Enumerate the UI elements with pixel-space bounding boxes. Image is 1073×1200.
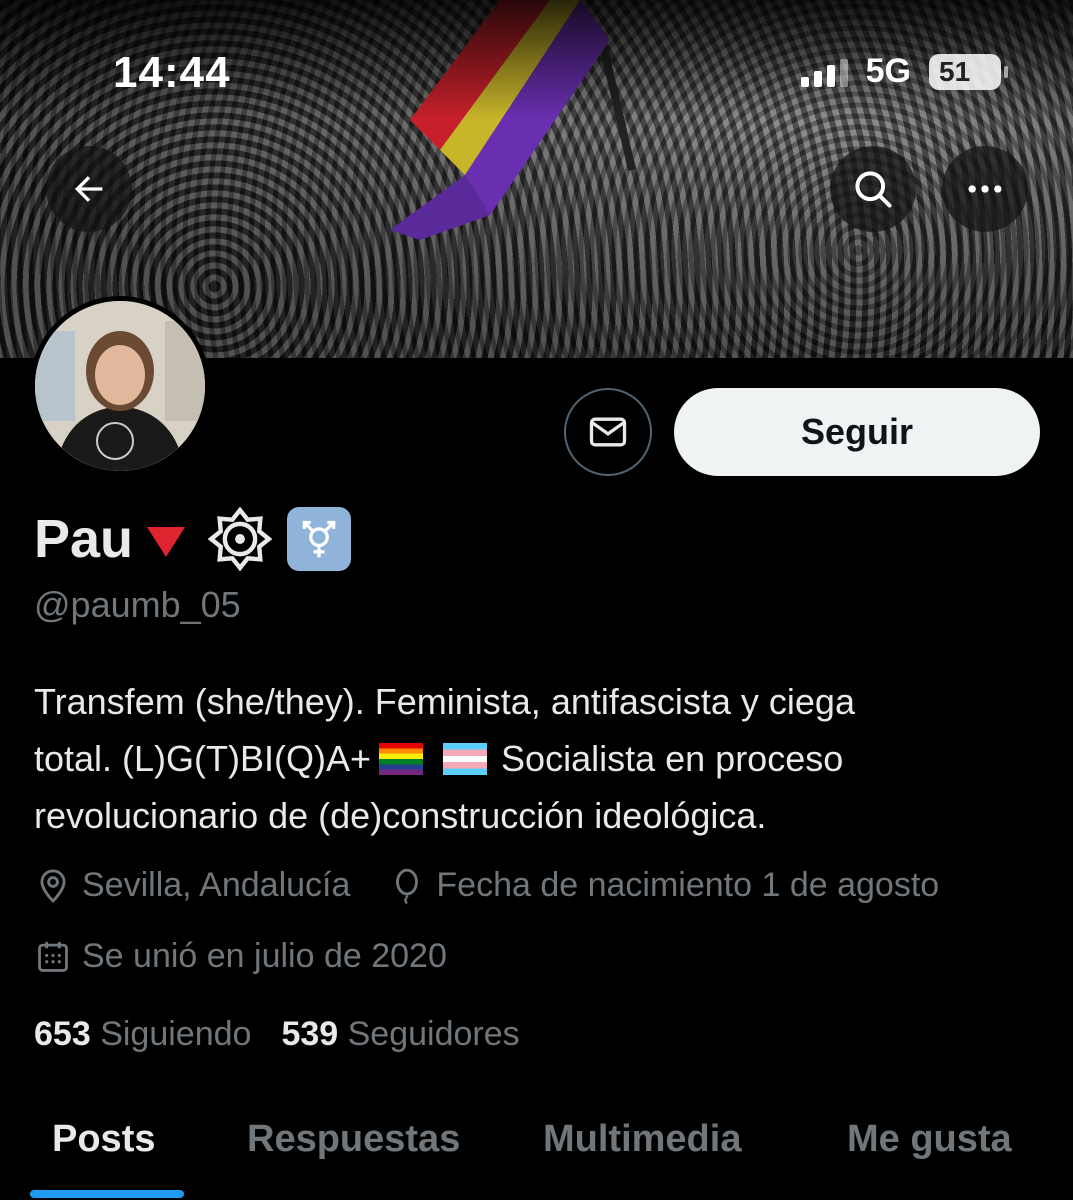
following-link[interactable]: 653 Siguiendo [34, 1015, 251, 1054]
following-label: Siguiendo [100, 1015, 252, 1053]
tab-multimedia[interactable]: Multimedia [543, 1118, 741, 1161]
birthday-item: Fecha de nacimiento 1 de agosto [388, 866, 939, 905]
battery-icon: 51 [929, 53, 1008, 90]
arrow-left-icon [75, 176, 103, 202]
profile-bio: Transfem (she/they). Feminista, antifasc… [34, 673, 1044, 844]
envelope-icon [589, 417, 627, 447]
search-button[interactable] [830, 146, 916, 232]
bio-line: Transfem (she/they). Feminista, antifasc… [34, 681, 855, 722]
profile-name-row: Pau [34, 506, 352, 572]
joined-text: Se unió en julio de 2020 [82, 937, 447, 975]
calendar-icon [38, 941, 68, 972]
profile-handle: @paumb_05 [34, 584, 241, 625]
trans-flag-icon [443, 743, 488, 775]
bio-text: Socialista en proceso [501, 738, 844, 779]
follow-stats: 653 Siguiendo 539 Seguidores [34, 1015, 520, 1054]
signal-icon [800, 57, 848, 87]
network-type: 5G [865, 52, 911, 90]
tab-respuestas[interactable]: Respuestas [247, 1118, 460, 1161]
message-button[interactable] [564, 388, 652, 476]
profile-meta-row: Sevilla, Andalucía Fecha de nacimiento 1… [34, 866, 939, 905]
search-icon [855, 171, 892, 208]
tab-posts[interactable]: Posts [52, 1118, 155, 1161]
avatar-photo [35, 301, 205, 471]
battery-level: 51 [939, 55, 971, 87]
bio-line: revolucionario de (de)construcción ideol… [34, 795, 767, 836]
sun-emblem-icon [207, 506, 273, 572]
location-pin-icon [40, 869, 66, 903]
balloon-icon [396, 868, 419, 904]
status-indicators: 5G 51 [800, 52, 1008, 91]
followers-label: Seguidores [347, 1015, 520, 1053]
avatar[interactable] [30, 296, 210, 476]
following-count: 653 [34, 1015, 91, 1053]
joined-row: Se unió en julio de 2020 [34, 937, 447, 976]
transgender-symbol-icon [287, 507, 352, 571]
birthday-text: Fecha de nacimiento 1 de agosto [436, 866, 940, 904]
back-button[interactable] [46, 146, 132, 232]
joined-item: Se unió en julio de 2020 [34, 937, 447, 976]
bio-text: total. (L)G(T)BI(Q)A+ [34, 738, 372, 779]
tab-me-gusta[interactable]: Me gusta [847, 1118, 1012, 1161]
profile-name: Pau [34, 509, 134, 569]
status-time: 14:44 [113, 48, 231, 97]
rainbow-flag-icon [379, 743, 424, 775]
more-button[interactable] [942, 146, 1028, 232]
red-triangle-icon [147, 527, 186, 557]
followers-link[interactable]: 539 Seguidores [281, 1015, 519, 1054]
followers-count: 539 [281, 1015, 339, 1053]
active-tab-indicator [30, 1190, 184, 1198]
location-text: Sevilla, Andalucía [82, 866, 351, 904]
profile-tabs: Posts Respuestas Multimedia Me gusta [0, 1110, 1073, 1200]
location-item: Sevilla, Andalucía [34, 866, 350, 905]
more-horizontal-icon [968, 185, 1002, 193]
bio-line: total. (L)G(T)BI(Q)A+ Socialista en proce… [34, 730, 1044, 787]
follow-button[interactable]: Seguir [674, 388, 1040, 476]
